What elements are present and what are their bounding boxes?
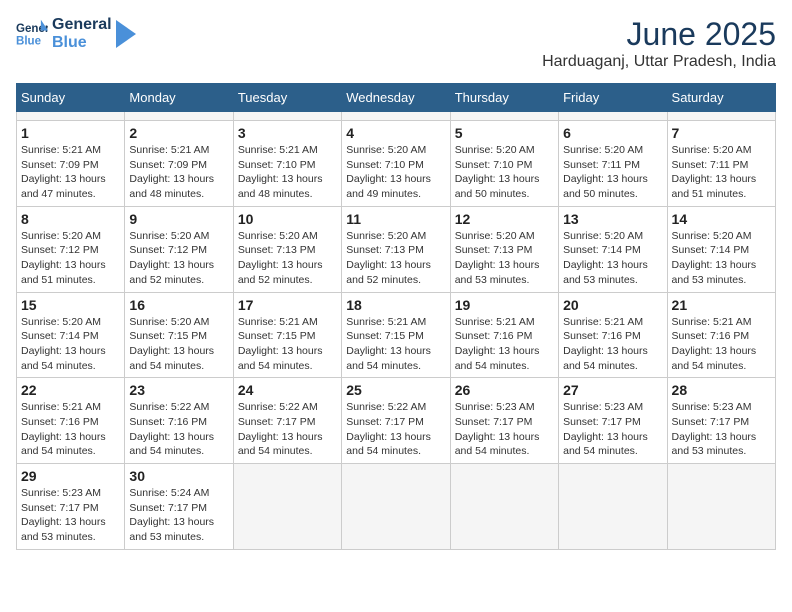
day-28: 28 Sunrise: 5:23 AMSunset: 7:17 PMDaylig… [667,378,775,464]
day-12: 12 Sunrise: 5:20 AMSunset: 7:13 PMDaylig… [450,206,558,292]
week-3: 15 Sunrise: 5:20 AMSunset: 7:14 PMDaylig… [17,292,776,378]
day-empty-5 [450,112,558,121]
day-empty-w5-3 [233,464,341,550]
day-30: 30 Sunrise: 5:24 AMSunset: 7:17 PMDaylig… [125,464,233,550]
day-empty-w5-6 [559,464,667,550]
day-10: 10 Sunrise: 5:20 AMSunset: 7:13 PMDaylig… [233,206,341,292]
logo-general: General [52,16,112,34]
day-empty-1 [17,112,125,121]
day-4: 4 Sunrise: 5:20 AMSunset: 7:10 PMDayligh… [342,121,450,207]
day-8: 8 Sunrise: 5:20 AMSunset: 7:12 PMDayligh… [17,206,125,292]
day-23: 23 Sunrise: 5:22 AMSunset: 7:16 PMDaylig… [125,378,233,464]
day-1: 1 Sunrise: 5:21 AMSunset: 7:09 PMDayligh… [17,121,125,207]
day-empty-4 [342,112,450,121]
day-empty-w5-4 [342,464,450,550]
day-19: 19 Sunrise: 5:21 AMSunset: 7:16 PMDaylig… [450,292,558,378]
day-27: 27 Sunrise: 5:23 AMSunset: 7:17 PMDaylig… [559,378,667,464]
header-saturday: Saturday [667,84,775,112]
header-thursday: Thursday [450,84,558,112]
day-2: 2 Sunrise: 5:21 AMSunset: 7:09 PMDayligh… [125,121,233,207]
day-7: 7 Sunrise: 5:20 AMSunset: 7:11 PMDayligh… [667,121,775,207]
week-5: 29 Sunrise: 5:23 AMSunset: 7:17 PMDaylig… [17,464,776,550]
day-18: 18 Sunrise: 5:21 AMSunset: 7:15 PMDaylig… [342,292,450,378]
day-empty-2 [125,112,233,121]
day-24: 24 Sunrise: 5:22 AMSunset: 7:17 PMDaylig… [233,378,341,464]
day-25: 25 Sunrise: 5:22 AMSunset: 7:17 PMDaylig… [342,378,450,464]
day-empty-6 [559,112,667,121]
month-title: June 2025 [542,16,776,53]
header-friday: Friday [559,84,667,112]
day-11: 11 Sunrise: 5:20 AMSunset: 7:13 PMDaylig… [342,206,450,292]
header-monday: Monday [125,84,233,112]
day-6: 6 Sunrise: 5:20 AMSunset: 7:11 PMDayligh… [559,121,667,207]
header-sunday: Sunday [17,84,125,112]
calendar-table: Sunday Monday Tuesday Wednesday Thursday… [16,83,776,550]
calendar-header-row: Sunday Monday Tuesday Wednesday Thursday… [17,84,776,112]
day-9: 9 Sunrise: 5:20 AMSunset: 7:12 PMDayligh… [125,206,233,292]
week-1-real: 1 Sunrise: 5:21 AMSunset: 7:09 PMDayligh… [17,121,776,207]
day-5: 5 Sunrise: 5:20 AMSunset: 7:10 PMDayligh… [450,121,558,207]
day-17: 17 Sunrise: 5:21 AMSunset: 7:15 PMDaylig… [233,292,341,378]
day-14: 14 Sunrise: 5:20 AMSunset: 7:14 PMDaylig… [667,206,775,292]
header-wednesday: Wednesday [342,84,450,112]
logo-icon: General Blue [16,18,48,50]
day-21: 21 Sunrise: 5:21 AMSunset: 7:16 PMDaylig… [667,292,775,378]
week-4: 22 Sunrise: 5:21 AMSunset: 7:16 PMDaylig… [17,378,776,464]
day-20: 20 Sunrise: 5:21 AMSunset: 7:16 PMDaylig… [559,292,667,378]
day-16: 16 Sunrise: 5:20 AMSunset: 7:15 PMDaylig… [125,292,233,378]
day-29: 29 Sunrise: 5:23 AMSunset: 7:17 PMDaylig… [17,464,125,550]
title-area: June 2025 Harduaganj, Uttar Pradesh, Ind… [542,16,776,71]
header: General Blue General Blue June 2025 Hard… [16,16,776,71]
logo: General Blue General Blue [16,16,136,51]
day-22: 22 Sunrise: 5:21 AMSunset: 7:16 PMDaylig… [17,378,125,464]
day-15: 15 Sunrise: 5:20 AMSunset: 7:14 PMDaylig… [17,292,125,378]
day-3: 3 Sunrise: 5:21 AMSunset: 7:10 PMDayligh… [233,121,341,207]
day-13: 13 Sunrise: 5:20 AMSunset: 7:14 PMDaylig… [559,206,667,292]
logo-blue: Blue [52,34,112,52]
week-2: 8 Sunrise: 5:20 AMSunset: 7:12 PMDayligh… [17,206,776,292]
header-tuesday: Tuesday [233,84,341,112]
day-empty-w5-7 [667,464,775,550]
day-26: 26 Sunrise: 5:23 AMSunset: 7:17 PMDaylig… [450,378,558,464]
day-empty-7 [667,112,775,121]
logo-arrow-icon [116,20,136,48]
week-1 [17,112,776,121]
location-title: Harduaganj, Uttar Pradesh, India [542,53,776,71]
day-empty-3 [233,112,341,121]
svg-text:Blue: Blue [16,35,42,47]
day-empty-w5-5 [450,464,558,550]
